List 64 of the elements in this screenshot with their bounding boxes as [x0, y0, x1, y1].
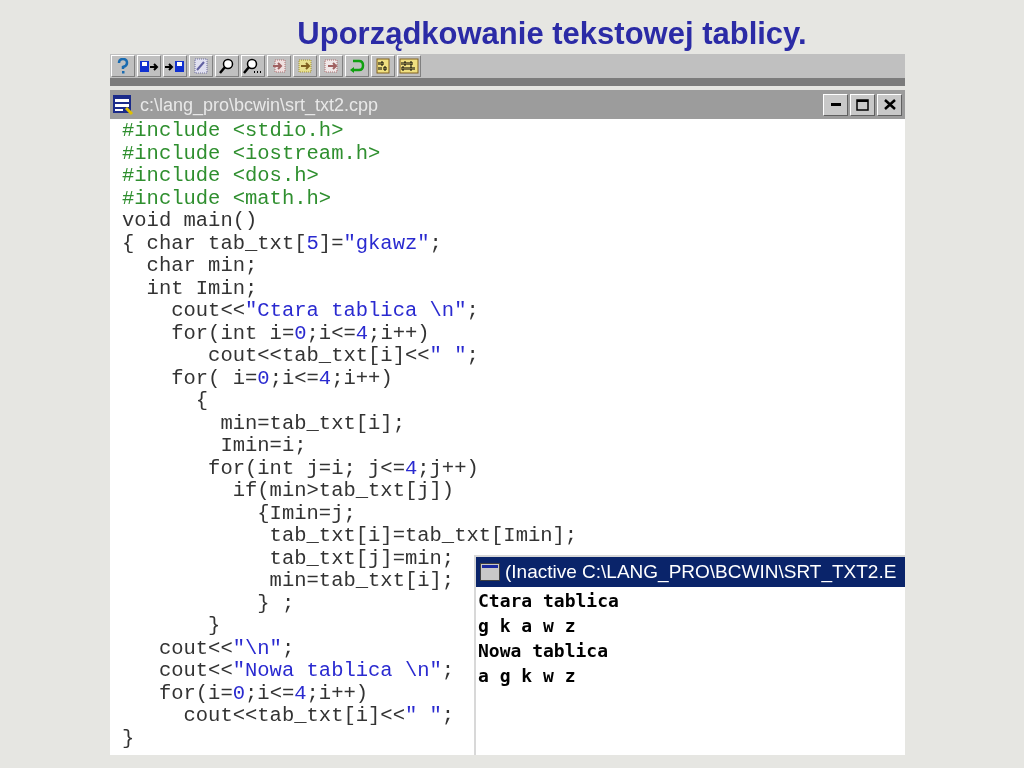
load-button[interactable] [163, 55, 187, 77]
code-line: { [194, 390, 209, 413]
code-line: for(i=0;i<=4;i++) [157, 682, 369, 705]
arrow-floppy-icon [165, 58, 185, 74]
code-line: #include <iostream.h> [122, 142, 381, 165]
minimize-icon [830, 103, 841, 106]
code-line: } [207, 615, 221, 638]
window-icon [480, 563, 500, 581]
code-line: cout<<tab_txt[i]<<" "; [207, 345, 479, 368]
code-line: } [122, 727, 135, 750]
document-window-icon [112, 93, 134, 116]
code-line: char min; [145, 255, 258, 278]
code-line: for(int j=i; j<=4;j++) [207, 457, 479, 480]
code-line: cout<<"Ctara tablica \n"; [170, 300, 479, 323]
code-line: {Imin=j; [256, 502, 356, 525]
edit-button[interactable] [189, 55, 213, 77]
code-line: cout<<tab_txt[i]<<" "; [182, 705, 455, 728]
code-line: Imin=i; [219, 435, 307, 458]
binary-document-icon [376, 58, 390, 74]
console-output-line: a g k w z [478, 664, 576, 688]
code-line: tab_txt[j]=min; [268, 547, 455, 570]
maximize-icon [856, 98, 869, 111]
step-over-button[interactable] [319, 55, 343, 77]
code-line: #include <math.h> [122, 187, 332, 210]
slide-title: Uporządkowanie tekstowej tablicy. [297, 15, 807, 53]
console-output-line: g k a w z [478, 614, 576, 638]
undo-button[interactable] [345, 55, 369, 77]
step-button[interactable] [267, 55, 291, 77]
code-line: if(min>tab_txt[j]) [231, 480, 455, 503]
binary-view-button[interactable] [397, 55, 421, 77]
code-line: cout<<"Nowa tablica \n"; [157, 660, 455, 683]
code-line: min=tab_txt[i]; [268, 570, 455, 593]
maximize-button[interactable] [850, 93, 875, 116]
code-line: for(int i=0;i<=4;i++) [170, 322, 430, 345]
code-line: #include <stdio.h> [122, 120, 344, 143]
console-output-line: Ctara tablica [478, 589, 619, 613]
close-icon [883, 99, 896, 110]
code-line: tab_txt[i]=tab_txt[Imin]; [268, 525, 578, 548]
code-line: int Imin; [145, 277, 258, 300]
curved-arrow-icon [349, 58, 365, 74]
code-line: void main() [122, 210, 258, 233]
code-line: for( i=0;i<=4;i++) [170, 367, 393, 390]
window-title: (Inactive C:\LANG_PRO\BCWIN\SRT_TXT2.E [505, 560, 897, 584]
question-mark-icon [117, 58, 129, 74]
search-button[interactable] [215, 55, 239, 77]
close-button[interactable] [877, 93, 902, 116]
code-line: min=tab_txt[i]; [219, 412, 405, 435]
search-more-button[interactable] [241, 55, 265, 77]
code-line: { char tab_txt[5]="gkawz"; [122, 232, 442, 255]
minimize-button[interactable] [823, 93, 848, 116]
save-button[interactable] [137, 55, 161, 77]
document-pencil-icon [193, 58, 209, 74]
floppy-arrow-icon [139, 58, 159, 74]
help-button[interactable] [111, 55, 135, 77]
window-title: c:\lang_pro\bcwin\srt_txt2.cpp [140, 93, 379, 116]
binary-button[interactable] [371, 55, 395, 77]
search-icon [219, 58, 235, 74]
code-line: #include <dos.h> [122, 165, 319, 188]
code-line: cout<<"\n"; [157, 637, 295, 660]
binary-document-icon [399, 58, 419, 74]
code-line: } ; [256, 592, 295, 615]
step-into-button[interactable] [293, 55, 317, 77]
search-icon [243, 58, 263, 74]
console-output-line: Nowa tablica [478, 639, 609, 663]
